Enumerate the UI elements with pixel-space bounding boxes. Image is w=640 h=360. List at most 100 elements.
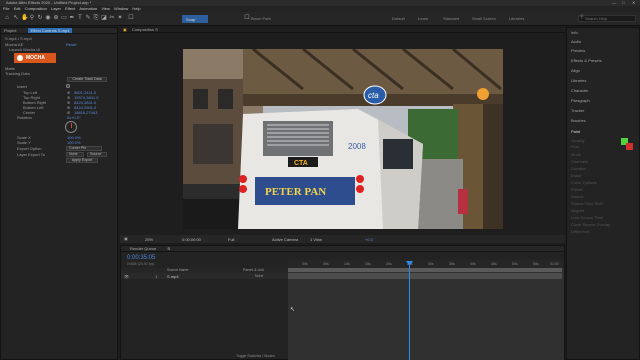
parent-select[interactable]: None: [255, 274, 263, 278]
source-time-shift-label: Source Time Shift: [571, 201, 603, 206]
paint-erase-label: Erase: [571, 173, 582, 178]
rotation-value[interactable]: 0x+0.0°: [67, 115, 81, 120]
panel-libraries[interactable]: Libraries: [571, 78, 586, 83]
layer-row[interactable]: 👁 1 S.mp4 None: [121, 273, 288, 279]
launch-mocha-label: Launch Mocha UI: [9, 47, 41, 52]
tab-project[interactable]: Project: [4, 28, 16, 33]
panel-paragraph[interactable]: Paragraph: [571, 98, 590, 103]
brush-path-label: Brush Path: [251, 16, 271, 21]
search-help-input[interactable]: ⚲ Search Help: [578, 15, 636, 22]
tick: 55s: [533, 262, 539, 266]
menu-effect[interactable]: Effect: [65, 6, 75, 11]
tick: 45s: [491, 262, 497, 266]
visibility-icon[interactable]: 👁: [124, 274, 129, 279]
search-placeholder: Search Help: [585, 16, 608, 21]
layer-export-select[interactable]: None: [66, 152, 84, 157]
workspace-default[interactable]: Default: [392, 16, 405, 21]
hand-tool-icon[interactable]: ✋: [21, 15, 28, 21]
roto-tool-icon[interactable]: ✂: [109, 15, 115, 21]
menu-window[interactable]: Window: [114, 6, 128, 11]
svg-text:PETER PAN: PETER PAN: [265, 186, 326, 198]
rectangle-tool-icon[interactable]: ▭: [61, 15, 67, 21]
panel-tracker[interactable]: Tracker: [571, 108, 584, 113]
field-rotation-label: Rotation: [17, 115, 32, 120]
pen-tool-icon[interactable]: ✒: [69, 15, 75, 21]
workspace-libraries[interactable]: Libraries: [509, 16, 524, 21]
scale-y-value[interactable]: 100.0%: [67, 140, 81, 145]
workspace-learn[interactable]: Learn: [418, 16, 428, 21]
views-select[interactable]: 1 View: [310, 237, 322, 242]
right-panel: Info Audio Preview Effects & Presets Ali…: [566, 27, 640, 360]
insert-radio[interactable]: [66, 84, 70, 88]
time-ruler[interactable]: 00s 05s 10s 15s 20s 25s 30s 35s 40s 45s …: [288, 260, 564, 268]
left-panel-tabs: Project Effect Controls S.mp4: [1, 28, 117, 34]
exposure-value[interactable]: +0.0: [365, 237, 373, 242]
brush-tool-icon[interactable]: ✎: [85, 15, 91, 21]
preview-icon[interactable]: ▣: [124, 236, 128, 241]
timeline-timecode[interactable]: 0:00:35:05: [127, 255, 155, 261]
resolution-select[interactable]: Full: [228, 237, 234, 242]
paint-flow-label: Flow: [571, 144, 580, 149]
timeline-track-area[interactable]: 00s 05s 10s 15s 20s 25s 30s 35s 40s 45s …: [288, 260, 564, 360]
menu-animation[interactable]: Animation: [79, 6, 97, 11]
snapping-checkbox-icon[interactable]: ☐: [128, 15, 134, 21]
rotation-dial[interactable]: [65, 121, 77, 133]
panel-info[interactable]: Info: [571, 30, 578, 35]
zoom-tool-icon[interactable]: ⚲: [29, 15, 35, 21]
home-icon[interactable]: ⌂: [4, 15, 10, 21]
brush-path-checkbox-icon[interactable]: ☐: [244, 15, 250, 21]
eraser-tool-icon[interactable]: ◪: [101, 15, 107, 21]
panel-brushes[interactable]: Brushes: [571, 118, 586, 123]
panel-audio[interactable]: Audio: [571, 39, 581, 44]
tick: 40s: [470, 262, 476, 266]
tick: 15s: [365, 262, 371, 266]
toggle-switches-label[interactable]: Toggle Switches / Modes: [236, 354, 275, 358]
tab-composition[interactable]: Composition S: [132, 27, 158, 32]
work-area-bar[interactable]: [288, 268, 562, 272]
clone-tool-icon[interactable]: ⎘: [93, 15, 99, 21]
reset-link[interactable]: Reset: [66, 42, 76, 47]
panel-character[interactable]: Character: [571, 88, 589, 93]
comp-viewer-image[interactable]: cta CTA PETER PAN 2008: [183, 49, 503, 229]
layer-duration-bar[interactable]: [288, 273, 562, 279]
menu-file[interactable]: File: [3, 6, 9, 11]
tab-effect-controls[interactable]: Effect Controls S.mp4: [27, 28, 73, 33]
mocha-launch-button[interactable]: MOCHA: [14, 53, 56, 63]
clone-preset-label: Preset: [571, 187, 583, 192]
source-select[interactable]: Source: [87, 152, 107, 157]
panel-preview[interactable]: Preview: [571, 48, 585, 53]
street-scene-graphic: cta CTA PETER PAN 2008: [183, 49, 503, 229]
background-color-swatch[interactable]: [626, 143, 633, 150]
pan-behind-tool-icon[interactable]: ⊕: [53, 15, 59, 21]
playhead[interactable]: [409, 262, 410, 360]
workspace-standard[interactable]: Standard: [443, 16, 459, 21]
workspace-small-screen[interactable]: Small Screen: [472, 16, 496, 21]
panel-paint[interactable]: Paint: [571, 129, 580, 134]
create-track-data-button[interactable]: Create Track Data: [67, 77, 107, 82]
export-option-select[interactable]: Corner Pin: [66, 146, 102, 151]
menu-layer[interactable]: Layer: [51, 6, 61, 11]
rotate-tool-icon[interactable]: ↻: [37, 15, 43, 21]
menu-view[interactable]: View: [101, 6, 110, 11]
svg-text:2008: 2008: [348, 142, 366, 151]
tab-render-queue[interactable]: Render Queue: [130, 246, 156, 251]
menu-edit[interactable]: Edit: [14, 6, 21, 11]
apply-export-button[interactable]: Apply Export: [66, 158, 98, 163]
menu-composition[interactable]: Composition: [25, 6, 47, 11]
layer-name[interactable]: S.mp4: [167, 274, 179, 279]
menu-help[interactable]: Help: [132, 6, 140, 11]
camera-tool-icon[interactable]: ◉: [45, 15, 51, 21]
lock-icon[interactable]: ▣: [123, 27, 127, 32]
zoom-select[interactable]: 25%: [145, 237, 153, 242]
snap-toggle[interactable]: Snap: [182, 15, 208, 23]
puppet-tool-icon[interactable]: ✶: [117, 15, 123, 21]
selection-tool-icon[interactable]: ↖: [13, 15, 19, 21]
tick: 01:00: [550, 262, 559, 266]
type-tool-icon[interactable]: T: [77, 15, 83, 21]
panel-align[interactable]: Align: [571, 68, 580, 73]
panel-effects-presets[interactable]: Effects & Presets: [571, 58, 602, 63]
tab-comp-s[interactable]: S: [167, 246, 170, 251]
comp-timecode[interactable]: 0:00:00:00: [182, 237, 201, 242]
tracking-data-section[interactable]: Tracking Data: [5, 71, 30, 76]
camera-select[interactable]: Active Camera: [272, 237, 298, 242]
